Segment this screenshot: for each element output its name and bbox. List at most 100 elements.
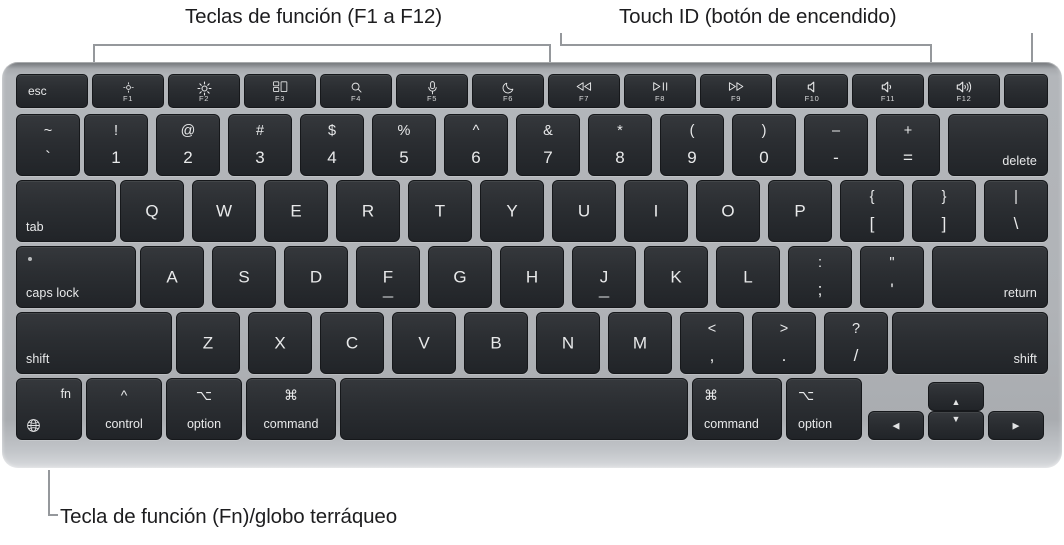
volume-mute-icon [777,81,847,93]
key-bracket-left-lower: [ [869,214,875,233]
key-slash[interactable]: ? / [824,312,888,374]
key-fn-globe[interactable]: fn [16,378,82,440]
key-period[interactable]: > . [752,312,816,374]
key-f8-play-pause[interactable]: F8 [624,74,696,108]
key-5[interactable]: % 5 [372,114,436,176]
key-h[interactable]: H [500,246,564,308]
key-grave[interactable]: ~ ` [16,114,80,176]
key-i[interactable]: I [624,180,688,242]
key-n[interactable]: N [536,312,600,374]
key-8[interactable]: * 8 [588,114,652,176]
key-bracket-left[interactable]: { [ [840,180,904,242]
key-c[interactable]: C [320,312,384,374]
key-f6-do-not-disturb[interactable]: F6 [472,74,544,108]
key-command-right-label: command [704,416,759,431]
key-command-left-label: command [263,416,319,431]
key-8-lower: 8 [615,148,625,167]
key-l[interactable]: L [716,246,780,308]
key-space[interactable] [340,378,688,440]
key-caps-lock[interactable]: caps lock [16,246,136,308]
key-7[interactable]: & 7 [516,114,580,176]
key-f2-label: F2 [199,93,209,103]
key-x[interactable]: X [248,312,312,374]
key-o[interactable]: O [696,180,760,242]
key-comma[interactable]: < , [680,312,744,374]
key-semicolon[interactable]: : ; [788,246,852,308]
key-s[interactable]: S [212,246,276,308]
key-d-label: D [309,267,323,287]
key-w-label: W [215,201,233,221]
key-control-label: control [105,416,143,431]
key-comma-upper: < [707,321,717,337]
leader-line-function-keys [93,44,551,46]
key-bracket-right[interactable]: } ] [912,180,976,242]
key-arrow-up[interactable]: ▲ [928,382,984,411]
key-o-label: O [721,201,735,221]
key-e[interactable]: E [264,180,328,242]
key-tab[interactable]: tab [16,180,116,242]
key-9[interactable]: ( 9 [660,114,724,176]
key-delete[interactable]: delete [948,114,1048,176]
key-f7-previous-track[interactable]: F7 [548,74,620,108]
key-f12-volume-up[interactable]: F12 [928,74,1000,108]
key-b[interactable]: B [464,312,528,374]
key-f1-brightness-down[interactable]: F1 [92,74,164,108]
key-shift-right[interactable]: shift [892,312,1048,374]
key-y[interactable]: Y [480,180,544,242]
key-k[interactable]: K [644,246,708,308]
key-v[interactable]: V [392,312,456,374]
key-shift-right-label: shift [1013,351,1037,366]
leader-tick-touch-left [560,33,562,46]
key-f5-dictation[interactable]: F5 [396,74,468,108]
key-shift-left[interactable]: shift [16,312,172,374]
key-arrow-left[interactable]: ◀ [868,411,924,440]
key-arrow-down[interactable]: ▼ [928,411,984,440]
key-f3-mission-control[interactable]: F3 [244,74,316,108]
key-2[interactable]: @ 2 [156,114,220,176]
key-p[interactable]: P [768,180,832,242]
key-arrow-right[interactable]: ▶ [988,411,1044,440]
key-r[interactable]: R [336,180,400,242]
key-quote[interactable]: " ' [860,246,924,308]
key-c-label: C [345,333,359,353]
key-f10-mute[interactable]: F10 [776,74,848,108]
key-delete-label: delete [1002,153,1037,168]
key-a[interactable]: A [140,246,204,308]
key-control[interactable]: ^ control [86,378,162,440]
key-u[interactable]: U [552,180,616,242]
key-semicolon-lower: ; [817,280,823,299]
key-backslash[interactable]: | \ [984,180,1048,242]
key-escape[interactable]: esc [16,74,88,108]
key-m[interactable]: M [608,312,672,374]
key-command-right[interactable]: ⌘ command [692,378,782,440]
key-command-left[interactable]: ⌘ command [246,378,336,440]
key-4[interactable]: $ 4 [300,114,364,176]
option-icon: ⌥ [195,387,213,403]
key-t[interactable]: T [408,180,472,242]
key-q[interactable]: Q [120,180,184,242]
key-return[interactable]: return [932,246,1048,308]
key-d[interactable]: D [284,246,348,308]
key-touch-id[interactable] [1004,74,1048,108]
key-minus[interactable]: – - [804,114,868,176]
key-j[interactable]: J [572,246,636,308]
key-option-right-label: option [798,416,833,431]
key-1[interactable]: ! 1 [84,114,148,176]
key-g[interactable]: G [428,246,492,308]
key-option-left[interactable]: ⌥ option [166,378,242,440]
key-equal[interactable]: + = [876,114,940,176]
key-w[interactable]: W [192,180,256,242]
qwerty-key-row: tab Q W E R T Y U I O P {[}] | \ [16,180,1048,242]
key-0[interactable]: ) 0 [732,114,796,176]
key-option-right[interactable]: ⌥ option [786,378,862,440]
key-3-lower: 3 [255,148,265,167]
key-f[interactable]: F [356,246,420,308]
mission-control-icon [245,81,315,93]
key-f2-brightness-up[interactable]: F2 [168,74,240,108]
key-f9-next-track[interactable]: F9 [700,74,772,108]
key-6[interactable]: ^ 6 [444,114,508,176]
key-z[interactable]: Z [176,312,240,374]
key-f11-volume-down[interactable]: F11 [852,74,924,108]
key-f4-spotlight[interactable]: F4 [320,74,392,108]
key-3[interactable]: # 3 [228,114,292,176]
